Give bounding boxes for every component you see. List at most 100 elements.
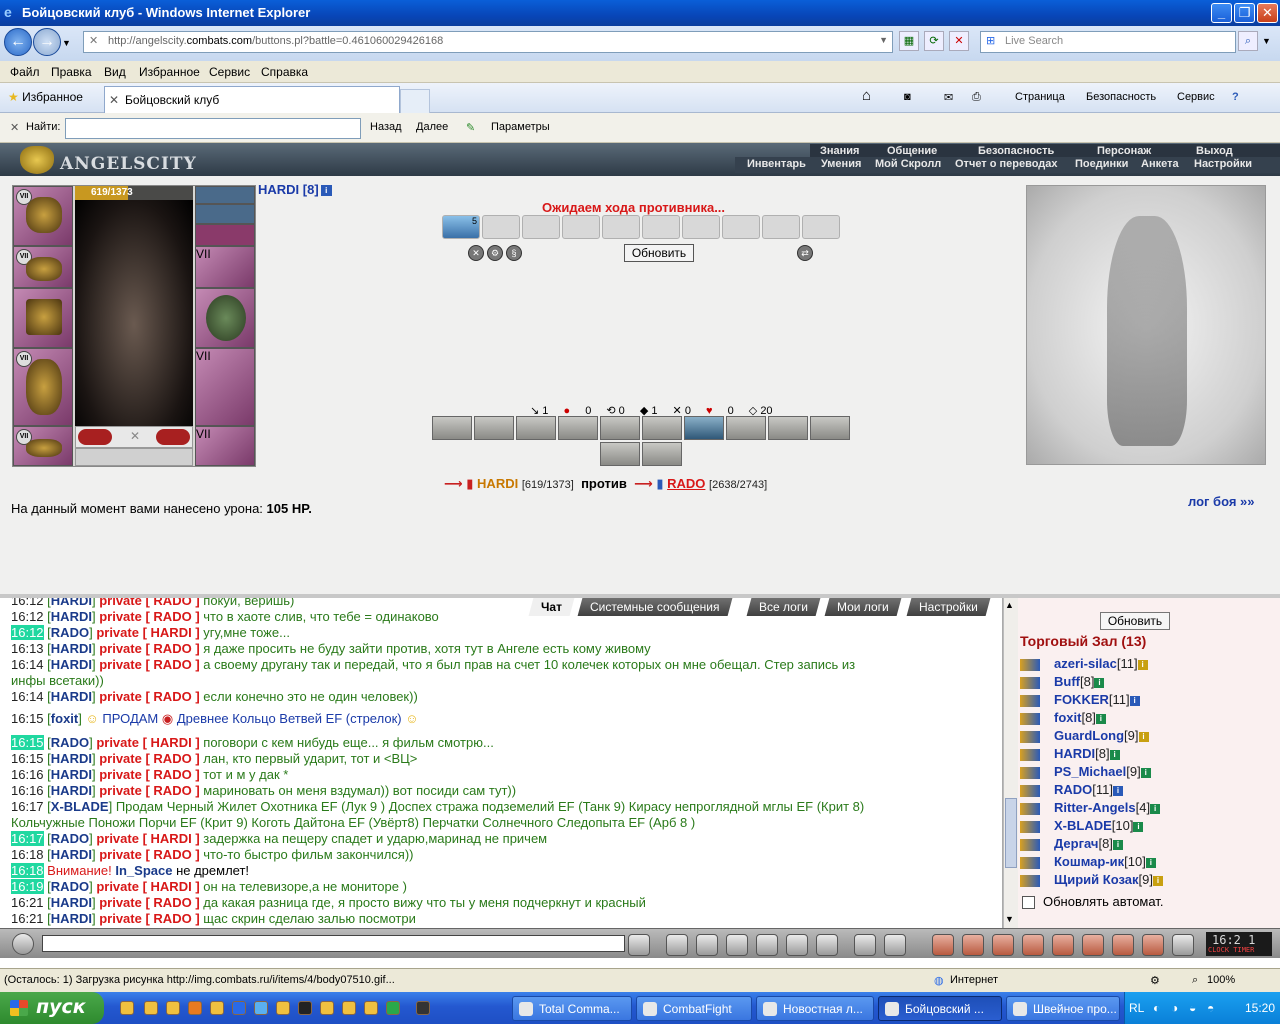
tab-chat[interactable]: Чат <box>528 598 575 616</box>
private-message-icon[interactable] <box>1020 730 1040 743</box>
online-user[interactable]: HARDI[8] i <box>1020 746 1120 761</box>
user-name[interactable]: Кошмар-ик <box>1054 854 1124 869</box>
spell-slot-empty[interactable] <box>562 215 600 239</box>
mail-icon[interactable]: ✉ <box>944 91 953 104</box>
safety-menu[interactable]: Безопасность <box>1086 91 1156 103</box>
person-icon[interactable] <box>756 934 778 956</box>
tray-icon[interactable]: ◐ <box>1153 1001 1160 1015</box>
scroll-icon[interactable]: § <box>506 245 522 261</box>
spell-slot-empty[interactable] <box>722 215 760 239</box>
chat-user-name[interactable]: foxit <box>51 711 78 726</box>
chat-timestamp[interactable]: 16:16 <box>11 783 44 798</box>
chat-user-name[interactable]: HARDI <box>51 767 92 782</box>
start-button[interactable]: пуск <box>0 992 104 1024</box>
private-message-icon[interactable] <box>1020 658 1040 671</box>
menu-tools[interactable]: Сервис <box>209 65 250 79</box>
user-info-icon[interactable]: i <box>1137 659 1148 670</box>
menu-security[interactable]: Безопасность <box>978 145 1054 157</box>
chat-user-name[interactable]: RADO <box>51 879 89 894</box>
menu-character[interactable]: Персонаж <box>1097 145 1151 157</box>
new-tab-button[interactable] <box>400 89 430 113</box>
protected-mode-icon[interactable]: ⚙ <box>1150 974 1160 987</box>
spell-slot-empty[interactable] <box>522 215 560 239</box>
chat-user-name[interactable]: HARDI <box>51 641 92 656</box>
menu-file[interactable]: Файл <box>10 65 40 79</box>
task-combatfight[interactable]: CombatFight <box>636 996 752 1021</box>
chat-user-name[interactable]: RADO <box>51 831 89 846</box>
armor-slot[interactable]: VII <box>13 348 73 426</box>
user-info-icon[interactable]: i <box>1138 731 1149 742</box>
private-recipient[interactable]: RADO <box>153 895 191 910</box>
maximize-button[interactable]: ❐ <box>1234 3 1255 23</box>
quicklaunch-icon[interactable] <box>320 1001 334 1015</box>
quicklaunch-icon[interactable] <box>232 1001 246 1015</box>
stop-icon[interactable]: ✕ <box>949 31 969 51</box>
spell-slot-1[interactable]: 5 <box>442 215 480 239</box>
tray-icon[interactable]: ◓ <box>1207 1001 1214 1015</box>
quicklaunch-icon[interactable] <box>210 1001 224 1015</box>
private-message-icon[interactable] <box>1020 838 1040 851</box>
tab-my-logs[interactable]: Мои логи <box>824 598 902 616</box>
user-name[interactable]: Ritter-Angels <box>1054 800 1136 815</box>
refresh-icon[interactable]: ⟳ <box>924 31 944 51</box>
menu-knowledge[interactable]: Знания <box>820 145 859 157</box>
user-info-icon[interactable]: i <box>1140 767 1151 778</box>
ring-slot-2[interactable] <box>195 204 255 224</box>
minimize-button[interactable]: _ <box>1211 3 1232 23</box>
online-user[interactable]: X-BLADE[10] i <box>1020 818 1144 833</box>
menu-help[interactable]: Справка <box>261 65 308 79</box>
auto-refresh-option[interactable]: Обновлять автомат. <box>1022 894 1163 910</box>
online-user[interactable]: FOKKER[11] i <box>1020 692 1140 707</box>
user-name[interactable]: X-BLADE <box>1054 818 1112 833</box>
private-message-icon[interactable] <box>1020 856 1040 869</box>
bracers-slot[interactable]: VII <box>13 246 73 288</box>
chat-timestamp[interactable]: 16:14 <box>11 689 44 704</box>
quicklaunch-icon[interactable] <box>298 1001 312 1015</box>
user-info-icon[interactable]: i <box>1129 695 1140 706</box>
chat-timestamp[interactable]: 16:16 <box>11 767 44 782</box>
search-input[interactable]: ⊞ Live Search <box>980 31 1236 53</box>
find-next-button[interactable]: Далее <box>416 121 448 133</box>
info-icon[interactable]: i <box>320 185 332 197</box>
search-options-icon[interactable]: ▼ <box>1262 36 1271 46</box>
scroll-thumb[interactable] <box>1005 798 1017 868</box>
find-close-icon[interactable]: ✕ <box>10 121 19 134</box>
tab-all-logs[interactable]: Все логи <box>746 598 821 616</box>
user-info-icon[interactable]: i <box>1113 785 1123 796</box>
chat-user-name[interactable]: RADO <box>51 625 89 640</box>
chat-timestamp[interactable]: 16:18 <box>11 863 44 878</box>
find-back-button[interactable]: Назад <box>370 121 402 133</box>
back-button[interactable]: ← <box>4 28 32 56</box>
action-button[interactable] <box>642 416 682 440</box>
user-name[interactable]: RADO <box>1054 782 1092 797</box>
spell-slot-empty[interactable] <box>802 215 840 239</box>
potion-icon[interactable] <box>78 429 112 445</box>
user-info-icon[interactable]: i <box>1145 857 1156 868</box>
print-icon[interactable]: ⎙ <box>972 91 981 104</box>
menu-my-scroll[interactable]: Мой Скролл <box>875 158 941 170</box>
private-message-icon[interactable] <box>1020 712 1040 725</box>
swap-icon[interactable]: ⇄ <box>797 245 813 261</box>
user-info-icon[interactable]: i <box>1133 821 1144 832</box>
tools-menu[interactable]: Сервис <box>1177 91 1215 103</box>
chat-timestamp[interactable]: 16:19 <box>11 879 44 894</box>
user-name[interactable]: HARDI <box>1054 746 1095 761</box>
private-message-icon[interactable] <box>1020 694 1040 707</box>
chat-timestamp[interactable]: 16:21 <box>11 911 44 926</box>
help-icon[interactable]: ? <box>1232 91 1239 103</box>
action-button[interactable] <box>600 442 640 466</box>
tray-icon[interactable]: ◑ <box>1171 1001 1178 1015</box>
online-user[interactable]: foxit[8] i <box>1020 710 1106 725</box>
private-message-icon[interactable] <box>1020 874 1040 887</box>
scroll-up-icon[interactable]: ▲ <box>1005 600 1014 610</box>
quicklaunch-icon[interactable] <box>364 1001 378 1015</box>
spell-slot-empty[interactable] <box>642 215 680 239</box>
action-button[interactable] <box>600 416 640 440</box>
online-user[interactable]: azeri-silac[11] i <box>1020 656 1148 671</box>
private-message-icon[interactable] <box>1020 802 1040 815</box>
forward-button[interactable]: → <box>33 28 61 56</box>
chat-user-name[interactable]: In_Space <box>115 863 172 878</box>
spell-slot-empty[interactable] <box>482 215 520 239</box>
action-button[interactable] <box>516 416 556 440</box>
menu-exit[interactable]: Выход <box>1196 145 1233 157</box>
